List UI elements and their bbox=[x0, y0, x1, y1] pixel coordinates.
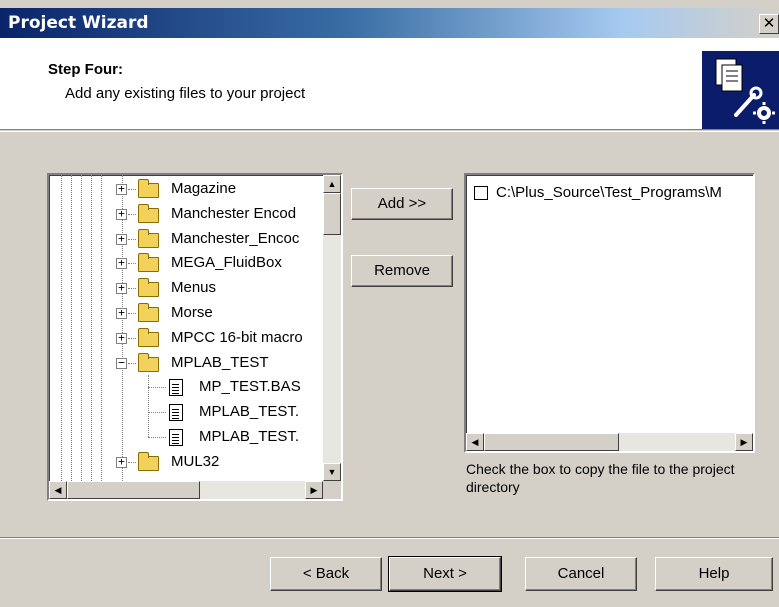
expand-icon[interactable]: + bbox=[116, 233, 127, 245]
next-button[interactable]: Next > bbox=[388, 556, 502, 592]
title-bar[interactable]: Project Wizard ✕ bbox=[0, 8, 779, 38]
tree-connector-line bbox=[128, 189, 136, 190]
tree-file-node[interactable]: MPLAB_TEST. bbox=[49, 401, 323, 425]
tree-connector-line bbox=[128, 213, 136, 215]
folder-icon bbox=[138, 179, 159, 198]
cancel-button[interactable]: Cancel bbox=[525, 557, 637, 591]
tree-scroll-left-button[interactable]: ◀ bbox=[49, 481, 67, 499]
file-icon bbox=[169, 379, 183, 397]
tree-vertical-scrollbar[interactable]: ▲ ▼ bbox=[323, 175, 341, 481]
file-list-scroll-left-button[interactable]: ◀ bbox=[466, 433, 484, 451]
tree-connector-line bbox=[128, 362, 136, 364]
remove-button[interactable]: Remove bbox=[351, 255, 453, 287]
collapse-icon[interactable]: − bbox=[116, 357, 127, 369]
expand-icon[interactable]: + bbox=[116, 332, 127, 344]
expand-icon[interactable]: + bbox=[116, 307, 127, 319]
tree-node-label[interactable]: MPLAB_TEST. bbox=[199, 428, 299, 446]
tree-connector-line bbox=[128, 288, 136, 290]
tree-scroll-corner bbox=[323, 481, 341, 499]
tree-folder-node[interactable]: + Manchester Encod bbox=[49, 203, 323, 227]
file-list-horizontal-scroll-thumb[interactable] bbox=[484, 433, 619, 451]
back-button[interactable]: < Back bbox=[270, 557, 382, 591]
project-file-list[interactable]: C:\Plus_Source\Test_Programs\M ◀ ▶ bbox=[464, 173, 755, 453]
tree-folder-node[interactable]: + MEGA_FluidBox bbox=[49, 252, 323, 276]
tree-connector-line bbox=[128, 313, 136, 314]
expand-icon[interactable]: + bbox=[116, 208, 127, 220]
tree-node-label[interactable]: Manchester_Encoc bbox=[171, 230, 299, 248]
folder-icon bbox=[138, 253, 159, 273]
expand-icon[interactable]: + bbox=[116, 257, 127, 270]
folder-tree-viewport[interactable]: + Magazine + Manchester Encod + Manchester_En… bbox=[49, 175, 323, 481]
tree-connector-line bbox=[148, 387, 166, 389]
folder-icon bbox=[138, 278, 159, 298]
tree-connector-line bbox=[128, 461, 136, 463]
folder-icon bbox=[138, 327, 159, 347]
tree-node-label[interactable]: MPCC 16-bit macro bbox=[171, 329, 303, 347]
tree-node-label[interactable]: MPLAB_TEST bbox=[171, 354, 269, 372]
tree-node-label[interactable]: MPLAB_TEST. bbox=[199, 403, 299, 421]
close-button[interactable]: ✕ bbox=[759, 14, 779, 34]
tree-folder-node[interactable]: + Morse bbox=[49, 302, 323, 326]
tree-connector-line bbox=[128, 263, 136, 265]
tree-node-label[interactable]: MUL32 bbox=[171, 453, 219, 471]
tree-scroll-right-button[interactable]: ▶ bbox=[305, 481, 323, 499]
copy-file-checkbox[interactable] bbox=[474, 186, 488, 200]
tree-node-label[interactable]: Morse bbox=[171, 304, 213, 322]
folder-icon bbox=[138, 303, 159, 322]
folder-tree[interactable]: + Magazine + Manchester Encod + Manchester_En… bbox=[47, 173, 343, 501]
copy-hint-text: Check the box to copy the file to the pr… bbox=[466, 461, 735, 495]
tree-connector-line bbox=[148, 437, 166, 438]
tree-node-label[interactable]: Manchester Encod bbox=[171, 205, 296, 223]
folder-icon bbox=[138, 203, 159, 223]
tree-scroll-up-button[interactable]: ▲ bbox=[323, 175, 341, 193]
header-divider bbox=[0, 131, 779, 132]
tree-folder-node[interactable]: + Manchester_Encoc bbox=[49, 228, 323, 252]
tree-connector-line bbox=[128, 337, 136, 339]
tree-node-label[interactable]: MP_TEST.BAS bbox=[199, 378, 301, 396]
tree-scroll-down-button[interactable]: ▼ bbox=[323, 463, 341, 481]
expand-icon[interactable]: + bbox=[116, 282, 127, 295]
file-list-horizontal-scrollbar[interactable]: ◀ ▶ bbox=[466, 433, 753, 451]
tree-vertical-scroll-thumb[interactable] bbox=[323, 193, 341, 235]
file-icon bbox=[169, 404, 183, 422]
tree-horizontal-scroll-thumb[interactable] bbox=[67, 481, 200, 499]
step-description: Add any existing files to your project bbox=[65, 85, 306, 102]
wizard-header: Step Four: Add any existing files to you… bbox=[0, 38, 779, 130]
folder-icon bbox=[138, 451, 159, 471]
tree-connector-line bbox=[128, 238, 136, 240]
tree-file-node[interactable]: MP_TEST.BAS bbox=[49, 376, 323, 400]
folder-icon bbox=[138, 352, 159, 372]
tree-horizontal-scrollbar[interactable]: ◀ ▶ bbox=[49, 481, 323, 499]
folder-icon bbox=[138, 228, 159, 248]
file-icon bbox=[169, 429, 183, 446]
tree-file-node[interactable]: MPLAB_TEST. bbox=[49, 426, 323, 450]
tree-folder-node[interactable]: + Menus bbox=[49, 277, 323, 301]
wizard-files-gear-icon bbox=[702, 51, 779, 129]
tree-node-label[interactable]: Menus bbox=[171, 279, 216, 297]
tree-node-label[interactable]: MEGA_FluidBox bbox=[171, 254, 282, 272]
file-list-scroll-right-button[interactable]: ▶ bbox=[735, 433, 753, 451]
expand-icon[interactable]: + bbox=[116, 456, 127, 468]
add-button[interactable]: Add >> bbox=[351, 188, 453, 220]
window-title: Project Wizard bbox=[8, 13, 149, 33]
tree-connector-line bbox=[148, 412, 166, 414]
tree-folder-node[interactable]: + MPCC 16-bit macro bbox=[49, 327, 323, 351]
tree-folder-node[interactable]: − MPLAB_TEST bbox=[49, 352, 323, 376]
footer-divider bbox=[0, 537, 779, 539]
expand-icon[interactable]: + bbox=[116, 183, 127, 195]
file-path: C:\Plus_Source\Test_Programs\M bbox=[496, 184, 722, 201]
step-title: Step Four: bbox=[48, 61, 123, 78]
tree-folder-node[interactable]: + Magazine bbox=[49, 178, 323, 202]
tree-node-label[interactable]: Magazine bbox=[171, 180, 236, 198]
help-button[interactable]: Help bbox=[655, 557, 773, 591]
tree-folder-node[interactable]: + MUL32 bbox=[49, 451, 323, 475]
